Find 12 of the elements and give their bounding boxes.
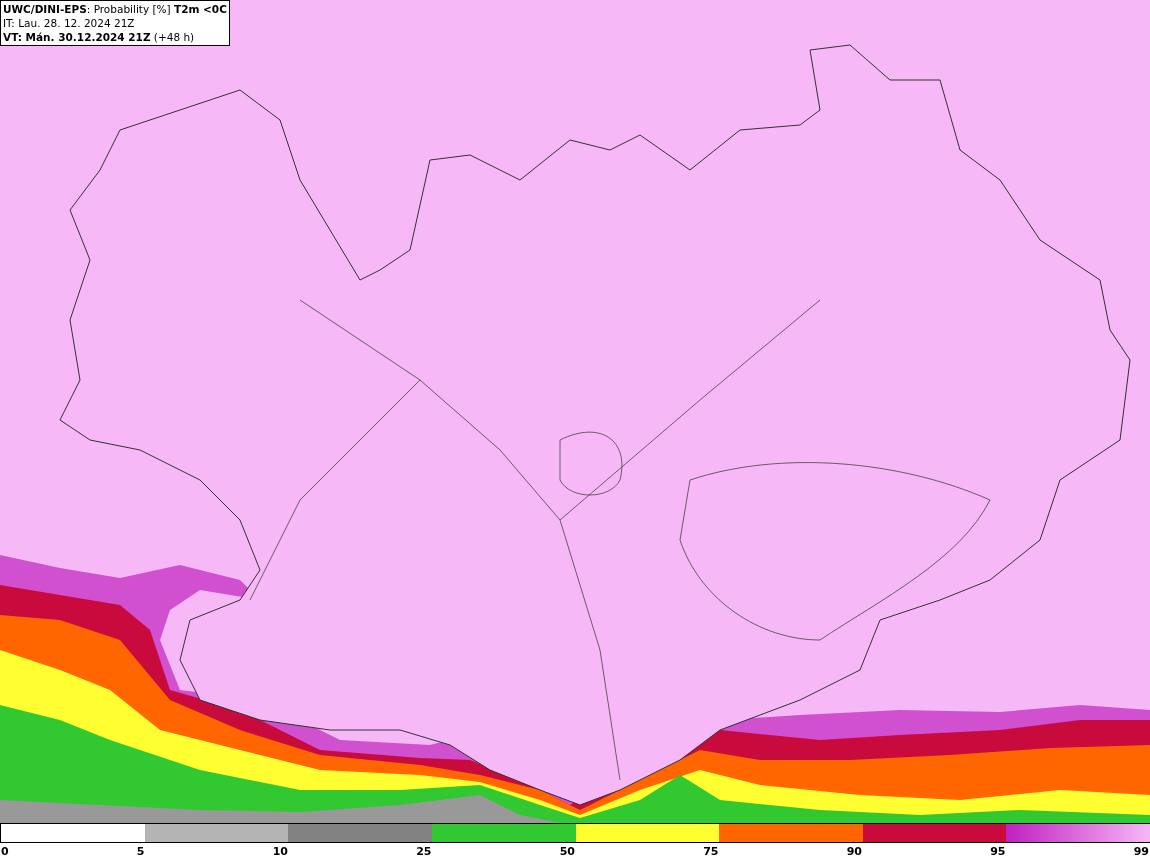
legend-tick-label: 95 xyxy=(990,844,1006,860)
legend-tick-label: 50 xyxy=(559,844,575,860)
header-text: UWC/DINI-EPS: Probability [%] T2m <0C xyxy=(3,2,227,16)
legend-tick-label: 0 xyxy=(1,844,9,860)
legend-tick-label: 75 xyxy=(703,844,719,860)
legend-tick-label: 25 xyxy=(416,844,432,860)
legend-tick-label: 5 xyxy=(136,844,145,860)
header-text: IT: Lau. 28. 12. 2024 21Z xyxy=(3,16,136,30)
legend-tick-label: 99 xyxy=(1133,844,1149,860)
header-text: VT: Mán. 30.12.2024 21Z (+48 h) xyxy=(3,30,196,44)
legend-tick-label: 90 xyxy=(846,844,862,860)
legend-tick-label: 10 xyxy=(272,844,288,860)
